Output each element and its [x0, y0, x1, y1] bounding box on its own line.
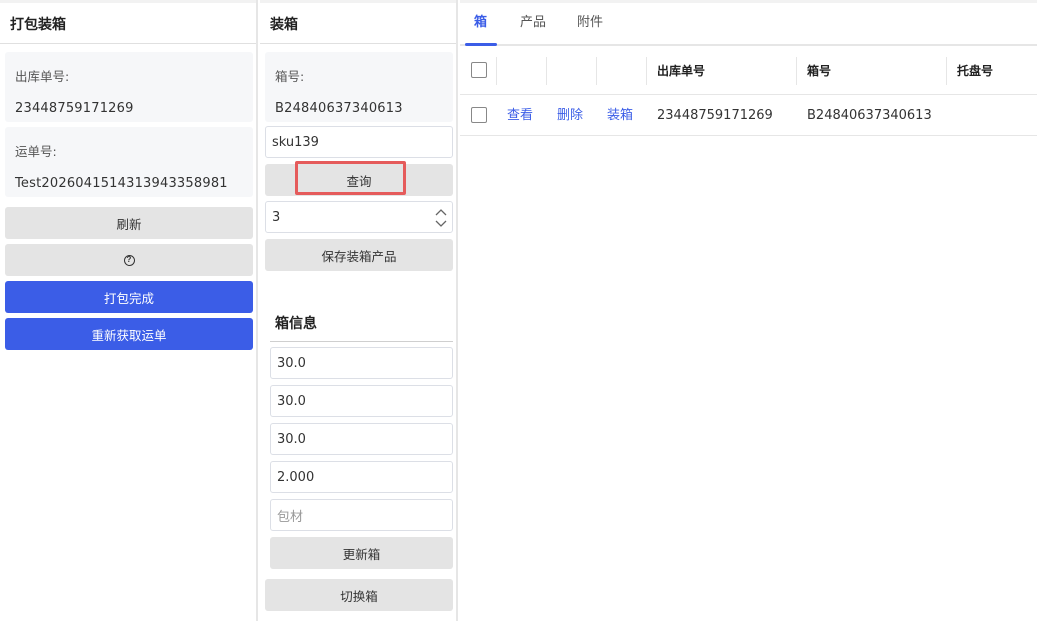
- update-box-button[interactable]: 更新箱: [270, 537, 453, 569]
- row-outbound: 23448759171269: [657, 108, 773, 123]
- box-info-divider: [270, 341, 453, 342]
- box-width-input[interactable]: 30.0: [270, 385, 453, 417]
- sku-input[interactable]: sku139: [265, 126, 453, 158]
- boxing-panel: 装箱 箱号: B24840637340613 sku139 查询 3 保存装箱产…: [260, 0, 458, 621]
- box-no-label: 箱号:: [275, 69, 305, 84]
- view-link[interactable]: 查看: [507, 95, 533, 136]
- outbound-value: 23448759171269: [15, 101, 134, 116]
- stepper-arrows-icon[interactable]: [434, 205, 448, 231]
- outbound-label: 出库单号:: [15, 69, 70, 84]
- quantity-value: 3: [272, 209, 281, 225]
- box-length-input[interactable]: 30.0: [270, 347, 453, 379]
- detail-panel: 箱 产品 附件 出库单号 箱号 托盘号 查看 删除 装箱 23448759171…: [460, 0, 1037, 621]
- switch-box-button[interactable]: 切换箱: [265, 579, 453, 611]
- waybill-info: 运单号: Test202604151431394335898​1: [5, 127, 253, 197]
- boxing-panel-title: 装箱: [260, 0, 456, 44]
- box-no-value: B24840637340613: [275, 101, 403, 116]
- packing-material-input[interactable]: 包材: [270, 499, 453, 531]
- tab-products[interactable]: 产品: [520, 3, 546, 46]
- box-weight-input[interactable]: 2.000: [270, 461, 453, 493]
- header-pallet: 托盘号: [957, 64, 994, 78]
- help-button[interactable]: ?: [5, 244, 253, 276]
- refetch-waybill-button[interactable]: 重新获取运单: [5, 318, 253, 350]
- header-box-no: 箱号: [807, 64, 832, 78]
- pack-panel-title: 打包装箱: [0, 0, 256, 44]
- pack-panel: 打包装箱 出库单号: 23448759171269 运单号: Test20260…: [0, 0, 258, 621]
- tab-active-underline: [465, 43, 497, 46]
- pack-link[interactable]: 装箱: [607, 95, 633, 136]
- quantity-stepper[interactable]: 3: [265, 201, 453, 233]
- select-all-checkbox[interactable]: [471, 62, 487, 78]
- col-separator: [596, 57, 597, 85]
- row-box-no: B24840637340613: [807, 108, 932, 123]
- table-row: 查看 删除 装箱 23448759171269 B24840637340613: [460, 95, 1037, 136]
- refresh-button[interactable]: 刷新: [5, 207, 253, 239]
- query-button[interactable]: 查询: [265, 164, 453, 196]
- box-no-info: 箱号: B24840637340613: [265, 52, 453, 122]
- pack-complete-button[interactable]: 打包完成: [5, 281, 253, 313]
- outbound-info: 出库单号: 23448759171269: [5, 52, 253, 122]
- header-outbound: 出库单号: [657, 64, 706, 78]
- waybill-label: 运单号:: [15, 144, 57, 159]
- box-height-input[interactable]: 30.0: [270, 423, 453, 455]
- waybill-value: Test202604151431394335898​1: [15, 176, 228, 191]
- detail-tabs: 箱 产品 附件: [460, 0, 1037, 46]
- col-separator: [796, 57, 797, 85]
- row-checkbox[interactable]: [471, 107, 487, 123]
- box-info-title: 箱信息: [275, 316, 317, 332]
- col-separator: [496, 57, 497, 85]
- save-box-products-button[interactable]: 保存装箱产品: [265, 239, 453, 271]
- table-header: 出库单号 箱号 托盘号: [460, 47, 1037, 95]
- help-icon: ?: [123, 254, 135, 266]
- col-separator: [646, 57, 647, 85]
- tab-box[interactable]: 箱: [474, 3, 487, 46]
- tab-attachments[interactable]: 附件: [577, 3, 603, 46]
- delete-link[interactable]: 删除: [557, 95, 583, 136]
- col-separator: [946, 57, 947, 85]
- col-separator: [546, 57, 547, 85]
